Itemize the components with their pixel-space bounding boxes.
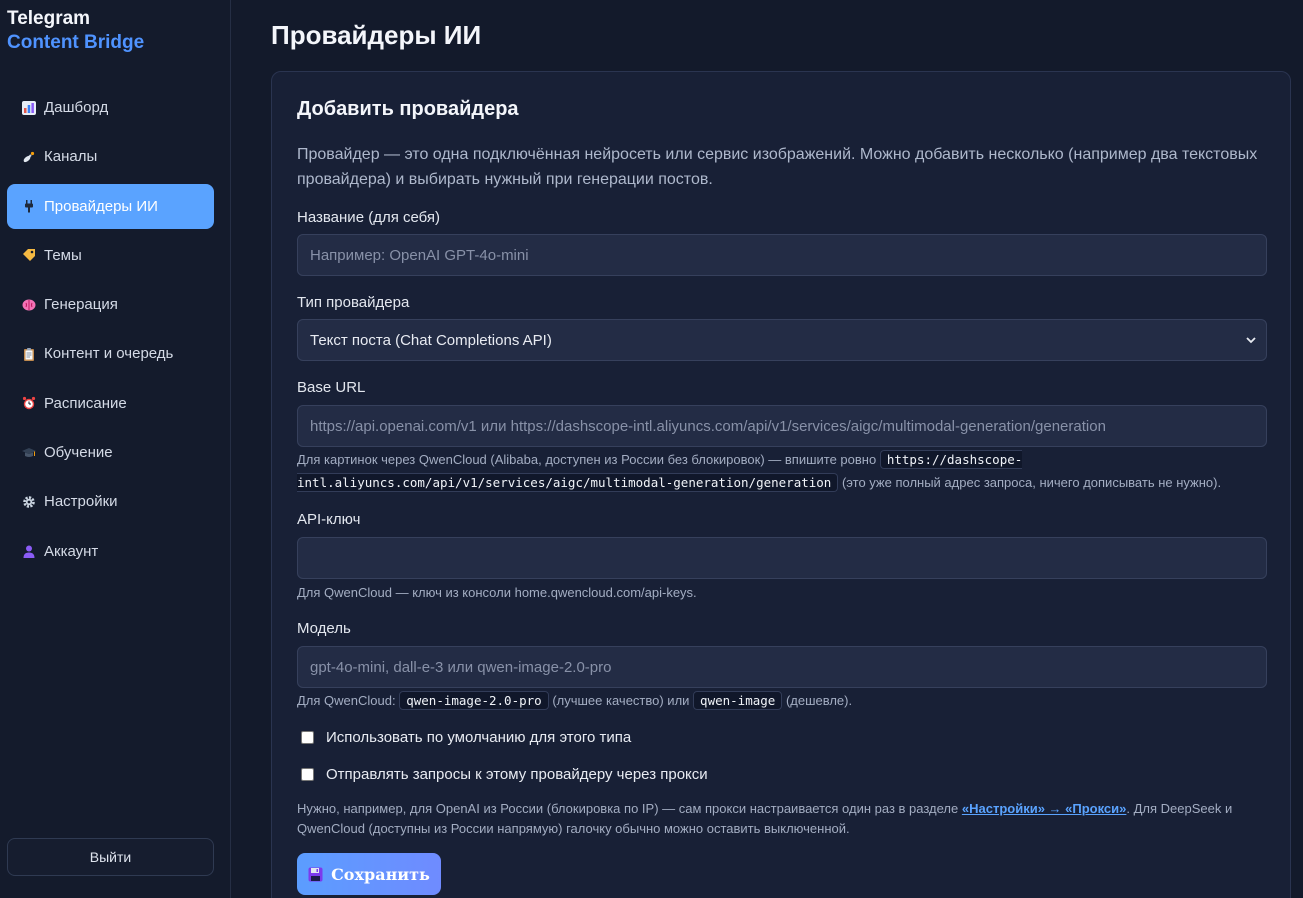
sidebar-item-channels[interactable]: Каналы bbox=[7, 134, 214, 179]
model-label: Модель bbox=[297, 620, 351, 637]
brand-line-2: Content Bridge bbox=[7, 32, 145, 53]
sidebar-item-label: Обучение bbox=[44, 444, 113, 462]
sidebar-item-label: Контент и очередь bbox=[44, 345, 174, 363]
sidebar-item-label: Генерация bbox=[44, 296, 118, 314]
type-label: Тип провайдера bbox=[297, 294, 410, 311]
sidebar-item-ai-providers[interactable]: Провайдеры ИИ bbox=[7, 183, 214, 229]
sidebar-item-settings[interactable]: Настройки bbox=[7, 479, 214, 524]
default-checkbox-row[interactable]: Использовать по умолчанию для этого типа bbox=[301, 729, 631, 746]
api-key-input[interactable] bbox=[297, 537, 1267, 579]
sidebar-item-label: Темы bbox=[44, 246, 82, 264]
default-checkbox-label: Использовать по умолчанию для этого типа bbox=[326, 729, 632, 746]
provider-type-select[interactable]: Текст поста (Chat Completions API) bbox=[297, 319, 1267, 361]
sidebar-item-topics[interactable]: Темы bbox=[7, 233, 214, 278]
base-url-hint-tail: (это уже полный адрес запроса, ничего до… bbox=[841, 475, 1222, 490]
sidebar-item-generation[interactable]: Генерация bbox=[7, 282, 214, 327]
gear-icon bbox=[21, 494, 37, 510]
brain-icon bbox=[21, 297, 37, 313]
satellite-icon bbox=[21, 149, 37, 165]
proxy-hint: Нужно, например, для OpenAI из России (б… bbox=[297, 799, 1257, 839]
base-url-hint-text: Для картинок через QwenCloud (Alibaba, д… bbox=[297, 452, 877, 467]
user-icon bbox=[21, 543, 37, 559]
sidebar-item-training[interactable]: Обучение bbox=[7, 430, 214, 475]
save-button-label: Сохранить bbox=[331, 864, 430, 884]
base-url-hint: Для картинок через QwenCloud (Alibaba, д… bbox=[297, 448, 1257, 494]
clipboard-icon bbox=[21, 346, 37, 362]
card-description: Провайдер — это одна подключённая нейрос… bbox=[297, 146, 1258, 188]
provider-type-value: Текст поста (Chat Completions API) bbox=[310, 331, 552, 349]
sidebar-item-label: Каналы bbox=[44, 148, 98, 166]
sidebar: Telegram Content Bridge Дашборд Каналы П… bbox=[0, 0, 231, 898]
sidebar-item-label: Провайдеры ИИ bbox=[44, 197, 158, 215]
name-input[interactable]: Например: OpenAI GPT-4o-mini bbox=[297, 234, 1267, 276]
graduation-cap-icon bbox=[21, 445, 37, 461]
floppy-disk-icon bbox=[308, 867, 323, 881]
sidebar-item-label: Настройки bbox=[44, 493, 118, 511]
sidebar-item-account[interactable]: Аккаунт bbox=[7, 529, 214, 574]
brand-line-1: Telegram bbox=[7, 8, 91, 29]
proxy-checkbox-row[interactable]: Отправлять запросы к этому провайдеру че… bbox=[301, 766, 708, 783]
main-content: Провайдеры ИИ Добавить провайдера Провай… bbox=[231, 0, 1303, 898]
model-input[interactable]: gpt-4o-mini, dall-e-3 или qwen-image-2.0… bbox=[297, 646, 1267, 688]
sidebar-nav: Дашборд Каналы Провайдеры ИИ Темы Генера… bbox=[7, 85, 214, 578]
proxy-checkbox[interactable] bbox=[301, 768, 314, 781]
sidebar-item-dashboard[interactable]: Дашборд bbox=[7, 85, 214, 130]
model-hint: Для QwenCloud: qwen-image-2.0-pro (лучше… bbox=[297, 689, 1257, 712]
model-hint-suffix: (дешевле). bbox=[785, 693, 853, 708]
add-provider-card: Добавить провайдера Провайдер — это одна… bbox=[271, 71, 1291, 898]
name-label: Название (для себя) bbox=[297, 209, 441, 226]
save-button[interactable]: Сохранить bbox=[297, 853, 441, 895]
model-code-pro: qwen-image-2.0-pro bbox=[399, 691, 549, 710]
brand-logo: Telegram Content Bridge bbox=[7, 8, 144, 56]
tag-icon bbox=[21, 247, 37, 263]
chevron-down-icon bbox=[1246, 337, 1256, 344]
sidebar-item-schedule[interactable]: Расписание bbox=[7, 381, 214, 426]
alarm-clock-icon bbox=[21, 395, 37, 411]
default-checkbox[interactable] bbox=[301, 731, 314, 744]
settings-proxy-link[interactable]: «Настройки» → «Прокси» bbox=[962, 801, 1127, 816]
chart-icon bbox=[21, 100, 37, 116]
plug-icon bbox=[21, 198, 37, 214]
model-code-basic: qwen-image bbox=[693, 691, 783, 710]
sidebar-item-label: Дашборд bbox=[44, 99, 109, 116]
sidebar-item-content-queue[interactable]: Контент и очередь bbox=[7, 331, 214, 376]
api-key-label: API-ключ bbox=[297, 511, 361, 528]
card-title: Добавить провайдера bbox=[297, 98, 519, 120]
proxy-hint-text: Нужно, например, для OpenAI из России (б… bbox=[297, 801, 959, 816]
base-url-input[interactable]: https://api.openai.com/v1 или https://da… bbox=[297, 405, 1267, 447]
page-title: Провайдеры ИИ bbox=[271, 20, 482, 50]
model-hint-prefix: Для QwenCloud: bbox=[297, 693, 396, 708]
sidebar-item-label: Расписание bbox=[44, 394, 127, 412]
sidebar-item-label: Аккаунт bbox=[44, 542, 99, 560]
model-hint-mid: (лучшее качество) или bbox=[552, 693, 690, 708]
api-key-hint: Для QwenCloud — ключ из консоли home.qwe… bbox=[297, 585, 697, 600]
proxy-checkbox-label: Отправлять запросы к этому провайдеру че… bbox=[326, 766, 708, 783]
logout-button[interactable]: Выйти bbox=[7, 838, 214, 876]
base-url-label: Base URL bbox=[297, 379, 366, 396]
